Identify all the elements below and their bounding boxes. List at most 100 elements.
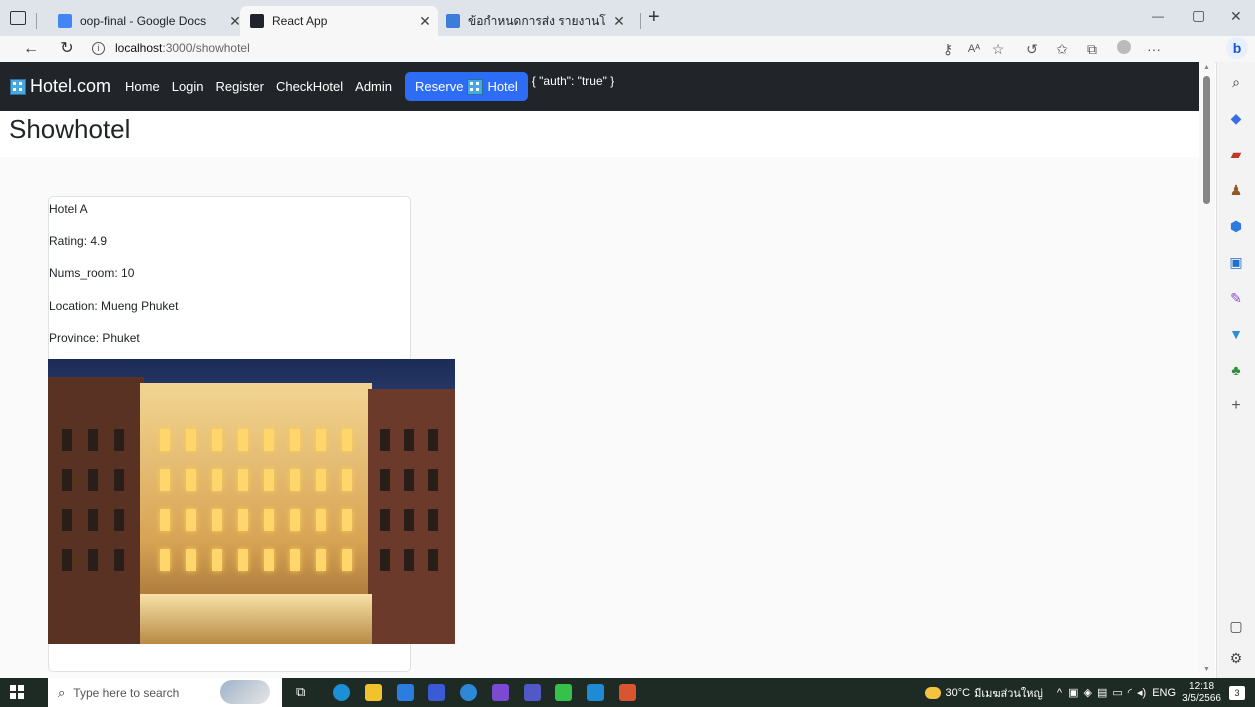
outlook-icon[interactable]: ▣	[1228, 254, 1244, 270]
battery-icon[interactable]: ▭	[1112, 686, 1122, 699]
more-menu-icon[interactable]: ···	[1144, 39, 1164, 59]
url-path: :3000/showhotel	[162, 41, 250, 55]
add-sidebar-app-icon[interactable]: +	[1228, 398, 1244, 414]
refresh-icon[interactable]: ↻	[56, 38, 78, 60]
maximize-button[interactable]: ▢	[1192, 7, 1205, 24]
reserve-hotel-button[interactable]: Reserve Hotel	[405, 72, 528, 101]
close-tab-icon[interactable]: ✕	[606, 13, 632, 30]
vscode-icon[interactable]	[587, 684, 604, 701]
collections-icon[interactable]: ⧉	[1082, 39, 1102, 59]
edge-sidebar: ⌕ ◆ ▰ ♟ ⬢ ▣ ✎ ▼ ♣ + ▢ ⚙	[1216, 62, 1255, 678]
weather-temp[interactable]: 30°C	[945, 687, 970, 699]
window-dark	[62, 509, 72, 531]
tab-title: React App	[272, 14, 328, 28]
close-window-button[interactable]: ✕	[1230, 8, 1242, 25]
key-icon[interactable]: ⚷	[938, 39, 958, 59]
window-light	[290, 509, 300, 531]
teams-icon[interactable]	[524, 684, 541, 701]
favorite-star-icon[interactable]: ☆	[988, 39, 1008, 59]
drop-icon[interactable]: ▼	[1228, 326, 1244, 342]
scroll-down-icon[interactable]: ▼	[1203, 666, 1210, 673]
window-light	[212, 509, 222, 531]
tab-title: ข้อกำหนดการส่ง รายงานโครงงาน OO	[468, 13, 606, 28]
tab-google-docs[interactable]: oop-final - Google Docs ✕	[48, 6, 248, 36]
search-highlight-icon	[220, 680, 270, 704]
notification-icon[interactable]: 3	[1229, 685, 1245, 700]
weather-desc[interactable]: มีเมฆส่วนใหญ่	[974, 684, 1043, 702]
scroll-up-icon[interactable]: ▲	[1203, 64, 1210, 71]
windows-start-icon[interactable]	[10, 685, 24, 699]
tree-icon[interactable]: ♣	[1228, 362, 1244, 378]
minimize-button[interactable]: —	[1152, 9, 1164, 23]
nav-link-admin[interactable]: Admin	[355, 79, 392, 94]
window-light	[160, 429, 170, 451]
shopping-tag-icon[interactable]: ◆	[1228, 110, 1244, 126]
mail-icon[interactable]	[397, 684, 414, 701]
window-light	[238, 549, 248, 571]
windows-taskbar: ⌕ Type here to search ⧉ 30°C มีเมฆส่วนให…	[0, 678, 1255, 707]
nav-link-checkhotel[interactable]: CheckHotel	[276, 79, 343, 94]
clock-time: 12:18	[1189, 680, 1215, 692]
taskbar-search-input[interactable]: ⌕ Type here to search	[48, 678, 282, 707]
tab-actions-icon[interactable]	[10, 11, 26, 25]
clock[interactable]: 12:18 3/5/2566	[1182, 681, 1221, 705]
new-tab-button[interactable]: +	[648, 6, 660, 29]
tray-app-icon[interactable]: ◈	[1083, 686, 1091, 699]
edge-app-icon[interactable]	[333, 684, 350, 701]
window-dark	[114, 509, 124, 531]
page-scrollbar[interactable]: ▲ ▼	[1199, 62, 1215, 678]
favorites-list-icon[interactable]: ✩	[1052, 39, 1072, 59]
window-dark	[428, 549, 438, 571]
nav-link-home[interactable]: Home	[125, 79, 160, 94]
window-light	[264, 469, 274, 491]
window-light	[264, 429, 274, 451]
hide-sidebar-icon[interactable]: ▢	[1228, 618, 1244, 634]
designer-icon[interactable]: ✎	[1228, 290, 1244, 306]
back-arrow-icon[interactable]: ←	[20, 38, 42, 60]
info-icon[interactable]: i	[92, 41, 105, 55]
bing-chat-icon[interactable]: b	[1226, 37, 1248, 59]
tools-briefcase-icon[interactable]: ▰	[1228, 146, 1244, 162]
tray-app-icon[interactable]: ▤	[1097, 686, 1107, 699]
url-input[interactable]: i localhost:3000/showhotel	[92, 37, 852, 59]
window-dark	[380, 509, 390, 531]
window-dark	[428, 509, 438, 531]
google-docs-icon	[58, 14, 72, 28]
scroll-thumb[interactable]	[1203, 76, 1210, 204]
office-icon[interactable]: ⬢	[1228, 218, 1244, 234]
chrome-icon[interactable]	[460, 684, 477, 701]
window-light	[342, 549, 352, 571]
window-dark	[428, 429, 438, 451]
file-explorer-icon[interactable]	[365, 684, 382, 701]
language-indicator[interactable]: ENG	[1152, 687, 1176, 699]
profile-avatar-icon[interactable]	[1114, 39, 1134, 59]
window-light	[342, 429, 352, 451]
visual-studio-icon[interactable]	[492, 684, 509, 701]
window-light	[160, 509, 170, 531]
search-icon[interactable]: ⌕	[1228, 74, 1244, 90]
game-app-icon[interactable]	[619, 684, 636, 701]
nav-link-register[interactable]: Register	[216, 79, 264, 94]
close-tab-icon[interactable]: ✕	[412, 13, 438, 30]
games-icon[interactable]: ♟	[1228, 182, 1244, 198]
refresh-extension-icon[interactable]: ↺	[1022, 39, 1042, 59]
line-icon[interactable]	[555, 684, 572, 701]
store-icon[interactable]	[428, 684, 445, 701]
window-light	[160, 469, 170, 491]
brand-link[interactable]: Hotel.com	[10, 76, 111, 97]
settings-gear-icon[interactable]: ⚙	[1228, 650, 1244, 666]
hotel-image	[48, 359, 455, 644]
brand-text: Hotel.com	[30, 76, 112, 96]
window-dark	[62, 549, 72, 571]
tray-app-icon[interactable]: ▣	[1068, 686, 1078, 699]
show-hidden-icons-icon[interactable]: ^	[1057, 687, 1062, 699]
tab-react-app[interactable]: React App ✕	[240, 6, 438, 36]
task-view-icon[interactable]: ⧉	[296, 684, 313, 701]
wifi-icon[interactable]: ◜	[1128, 686, 1132, 699]
volume-icon[interactable]: ◂)	[1137, 686, 1146, 699]
read-aloud-icon[interactable]: Aᴬ	[964, 39, 984, 59]
window-dark	[88, 509, 98, 531]
tab-requirements[interactable]: ข้อกำหนดการส่ง รายงานโครงงาน OO ✕	[436, 6, 632, 36]
nav-link-login[interactable]: Login	[172, 79, 204, 94]
window-dark	[404, 549, 414, 571]
